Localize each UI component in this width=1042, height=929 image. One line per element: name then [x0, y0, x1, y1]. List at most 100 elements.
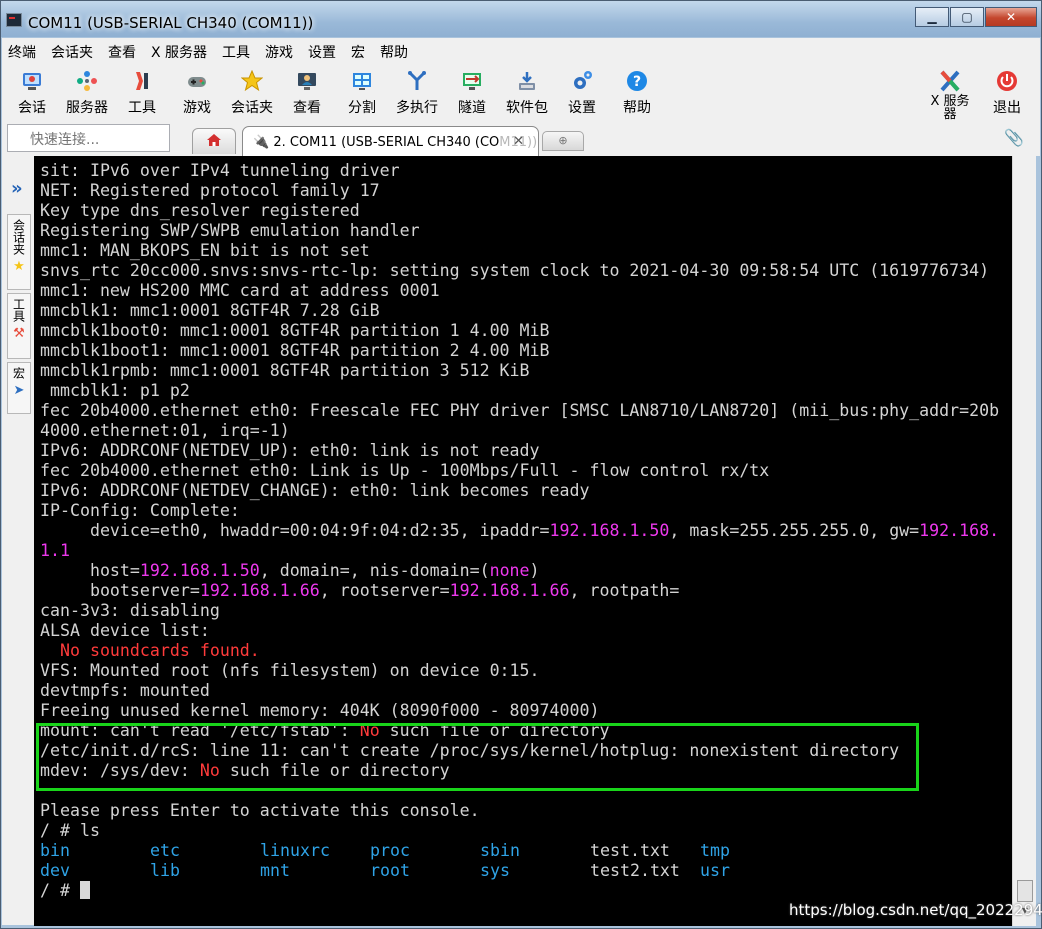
toolbar-x-server-button[interactable]: X 服务器	[925, 69, 975, 121]
terminal-text: , rootserver=	[319, 581, 450, 600]
terminal-text: Registering SWP/SWPB emulation handler	[40, 221, 420, 240]
tools-icon: ⚒	[13, 326, 25, 341]
terminal-text: Key type dns_resolver registered	[40, 201, 360, 220]
toolbar-exit-button[interactable]: 退出	[982, 69, 1032, 117]
terminal-line: Key type dns_resolver registered	[40, 201, 999, 221]
toolbar-label: 多执行	[396, 100, 438, 116]
menu-settings[interactable]: 设置	[308, 42, 336, 62]
terminal-text: bootserver=	[40, 581, 200, 600]
toolbar-session-button[interactable]: 会话	[7, 69, 57, 117]
toolbar-label: 服务器	[66, 100, 108, 116]
toolbar-view-button[interactable]: 查看	[282, 69, 332, 117]
terminal-text: 4000.ethernet:01, irq=-1)	[40, 421, 290, 440]
terminal-line: fec 20b4000.ethernet eth0: Link is Up - …	[40, 461, 999, 481]
terminal-text: , mask=255.255.255.0, gw=	[669, 521, 920, 540]
terminal-line: VFS: Mounted root (nfs filesystem) on de…	[40, 661, 999, 681]
toolbar-games-button[interactable]: 游戏	[172, 69, 222, 117]
menu-games[interactable]: 游戏	[265, 42, 293, 62]
toolbar-servers-button[interactable]: 服务器	[62, 69, 112, 117]
menu-bar: 终端 会话夹 查看 X 服务器 工具 游戏 设置 宏 帮助	[2, 38, 1040, 66]
toolbar-tools-button[interactable]: 工具	[117, 69, 167, 117]
tab-label: 2. COM11 (USB-SERIAL CH340 (CO	[273, 135, 500, 150]
toolbar-settings-button[interactable]: 设置	[557, 69, 607, 117]
multiexec-icon	[405, 69, 429, 93]
side-tab-macros[interactable]: 宏 ➤	[7, 362, 31, 414]
x-server-icon	[938, 69, 962, 93]
tab-close-icon[interactable]: ✕	[513, 134, 524, 149]
terminal-line: Registering SWP/SWPB emulation handler	[40, 221, 999, 241]
terminal-line: mmcblk1: mmc1:0001 8GTF4R 7.28 GiB	[40, 301, 999, 321]
close-button[interactable]: ✕	[985, 7, 1037, 27]
ls-file: test2.txt	[590, 861, 680, 880]
toolbar-tunnel-button[interactable]: 隧道	[447, 69, 497, 117]
toolbar-help-button[interactable]: ? 帮助	[612, 69, 662, 117]
packages-icon	[515, 69, 539, 93]
toolbar-label: 软件包	[506, 100, 548, 116]
terminal-line: IPv6: ADDRCONF(NETDEV_CHANGE): eth0: lin…	[40, 481, 999, 501]
terminal-line: NET: Registered protocol family 17	[40, 181, 999, 201]
new-tab-button[interactable]: ⊕	[542, 131, 584, 151]
terminal-text: devtmpfs: mounted	[40, 681, 210, 700]
terminal-text: Freeing unused kernel memory: 404K (8090…	[40, 701, 600, 720]
servers-icon	[75, 69, 99, 93]
side-tab-tools[interactable]: 工具 ⚒	[7, 293, 31, 359]
terminal-scrollbar[interactable]: ▼	[1012, 156, 1036, 926]
terminal-text: IPv6: ADDRCONF(NETDEV_CHANGE): eth0: lin…	[40, 481, 590, 500]
view-icon	[295, 69, 319, 93]
terminal-text: sit: IPv6 over IPv4 tunneling driver	[40, 161, 400, 180]
menu-tools[interactable]: 工具	[222, 42, 250, 62]
toolbar-split-button[interactable]: 分割	[337, 69, 387, 117]
menu-macros[interactable]: 宏	[351, 42, 365, 62]
home-icon	[206, 133, 222, 151]
home-tab[interactable]	[192, 128, 236, 154]
menu-sessions[interactable]: 会话夹	[51, 42, 93, 62]
toolbar-label: 分割	[348, 100, 376, 116]
text-cursor	[79, 881, 90, 899]
paperclip-icon[interactable]: 📎	[1004, 128, 1024, 147]
title-bar[interactable]: COM11 (USB-SERIAL CH340 (COM11)) ▁ ▢ ✕	[1, 1, 1041, 37]
expand-sidebar-icon[interactable]: »	[11, 178, 23, 199]
terminal-line: IPv6: ADDRCONF(NETDEV_UP): eth0: link is…	[40, 441, 999, 461]
tab-com11[interactable]: 🔌 2. COM11 (USB-SERIAL CH340 (COM11)) ✕	[242, 126, 539, 156]
window-title: COM11 (USB-SERIAL CH340 (COM11))	[28, 14, 314, 32]
toolbar-label: 隧道	[458, 100, 486, 116]
star-icon: ★	[13, 259, 25, 274]
terminal-text: / # ls	[40, 821, 100, 840]
terminal[interactable]: sit: IPv6 over IPv4 tunneling driver NET:…	[34, 156, 1012, 926]
ls-directory: dev	[40, 861, 70, 880]
menu-view[interactable]: 查看	[108, 42, 136, 62]
serial-plug-icon: 🔌	[253, 135, 270, 150]
window-controls: ▁ ▢ ✕	[915, 7, 1037, 27]
toolbar-multiexec-button[interactable]: 多执行	[392, 69, 442, 117]
ls-directory: linuxrc	[260, 841, 330, 860]
menu-x-server[interactable]: X 服务器	[151, 42, 207, 62]
terminal-line: mmc1: new HS200 MMC card at address 0001	[40, 281, 999, 301]
toolbar-sessions-button[interactable]: 会话夹	[227, 69, 277, 117]
scrollbar-thumb[interactable]	[1017, 880, 1033, 902]
terminal-text: fec 20b4000.ethernet eth0: Freescale FEC…	[40, 401, 1000, 420]
ls-directory: bin	[40, 841, 70, 860]
toolbar-packages-button[interactable]: 软件包	[502, 69, 552, 117]
terminal-text: mmcblk1boot1: mmc1:0001 8GTF4R partition…	[40, 341, 550, 360]
toolbar-label: 退出	[993, 100, 1021, 116]
terminal-text: )	[529, 561, 540, 580]
menu-help[interactable]: 帮助	[380, 42, 408, 62]
ip-address-text: 192.168.1.66	[449, 581, 570, 600]
terminal-text: mmcblk1: p1 p2	[40, 381, 190, 400]
toolbar-label: X 服务器	[930, 94, 970, 122]
maximize-button[interactable]: ▢	[950, 7, 984, 27]
minimize-button[interactable]: ▁	[915, 7, 949, 27]
ls-directory: sbin	[480, 841, 520, 860]
ip-address-text: 192.168.1.66	[199, 581, 320, 600]
quick-connect-input[interactable]	[7, 124, 170, 152]
terminal-text: VFS: Mounted root (nfs filesystem) on de…	[40, 661, 540, 680]
terminal-text: can-3v3: disabling	[40, 601, 220, 620]
side-tab-label: 会话夹	[11, 219, 26, 255]
menu-terminal[interactable]: 终端	[8, 42, 36, 62]
toolbar-label: 设置	[568, 100, 596, 116]
terminal-text: mmcblk1: mmc1:0001 8GTF4R 7.28 GiB	[40, 301, 380, 320]
terminal-text: device=eth0, hwaddr=00:04:9f:04:d2:35, i…	[40, 521, 550, 540]
ls-directory: usr	[700, 861, 730, 880]
side-tab-sessions[interactable]: 会话夹 ★	[7, 214, 31, 290]
